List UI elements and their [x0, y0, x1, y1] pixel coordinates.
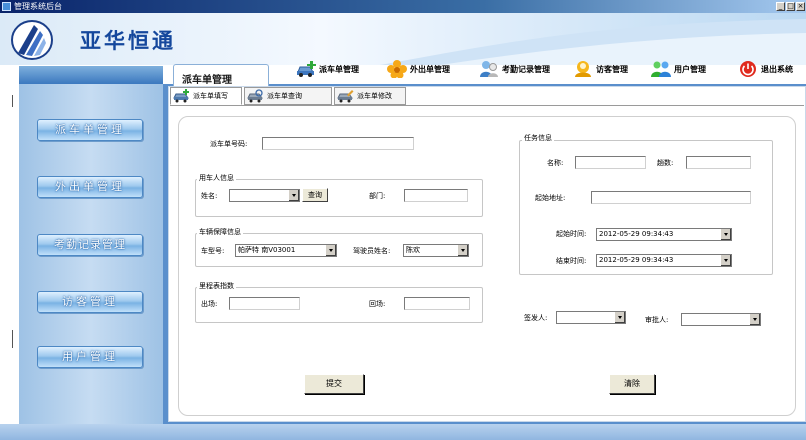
dispatch-no-input[interactable] — [262, 137, 414, 150]
users-icon — [651, 61, 671, 77]
vehicle-model-label: 车型号: — [201, 247, 225, 255]
sidebar-item-dispatch[interactable]: 派车单管理 — [37, 119, 143, 141]
odometer-out-label: 出场: — [201, 300, 218, 308]
chevron-down-icon — [720, 229, 731, 240]
start-time-label: 起始时间: — [556, 230, 587, 238]
odometer-group-title: 里程表指数 — [197, 282, 236, 291]
visitor-icon — [575, 61, 591, 77]
odometer-back-label: 回场: — [369, 300, 386, 308]
approver-label: 审批人: — [645, 316, 669, 324]
menu-item-label: 退出系统 — [761, 64, 793, 74]
trips-label: 趟数: — [657, 159, 674, 167]
chevron-down-icon — [614, 312, 625, 323]
sidebar-item-attendance[interactable]: 考勤记录管理 — [37, 234, 143, 256]
start-address-label: 起始地址: — [535, 194, 566, 202]
vehicle-info-group-title: 车辆保障信息 — [197, 228, 243, 237]
subtab-dispatch-query[interactable]: 派车单查询 — [244, 87, 332, 105]
start-address-input[interactable] — [591, 191, 751, 204]
chevron-down-icon — [749, 314, 760, 325]
minimize-button[interactable]: _ — [776, 2, 785, 11]
menu-item-dispatch[interactable]: 派车单管理 — [296, 58, 359, 80]
dept-label: 部门: — [369, 192, 386, 200]
people-icon — [480, 61, 498, 77]
task-name-input[interactable] — [575, 156, 646, 169]
menu-item-users[interactable]: 用户管理 — [651, 58, 706, 80]
task-name-label: 名称: — [547, 159, 564, 167]
menu-item-visitor[interactable]: 访客管理 — [573, 58, 628, 80]
car-add-icon — [173, 89, 189, 103]
name-label: 姓名: — [201, 192, 218, 200]
sidebar-item-users[interactable]: 用户管理 — [37, 346, 143, 368]
chevron-down-icon — [325, 245, 336, 256]
issuer-select[interactable] — [556, 311, 626, 324]
query-button[interactable]: 查询 — [302, 188, 328, 202]
subtab-label: 派车单修改 — [357, 92, 392, 100]
subtab-divider — [170, 105, 804, 106]
chevron-down-icon — [457, 245, 468, 256]
menu-item-label: 考勤记录管理 — [502, 64, 550, 74]
odometer-back-input[interactable] — [404, 297, 470, 310]
vehicle-model-select[interactable]: 帕萨特 南V03001 — [235, 244, 337, 257]
close-button[interactable]: × — [796, 2, 805, 11]
window-edge — [12, 95, 13, 107]
subtab-label: 派车单填写 — [193, 92, 228, 100]
end-time-label: 结束时间: — [556, 257, 587, 265]
maximize-button[interactable]: □ — [786, 2, 795, 11]
user-info-group-title: 用车人信息 — [197, 174, 236, 183]
subtab-dispatch-edit[interactable]: 派车单修改 — [334, 87, 406, 105]
menu-item-outbound[interactable]: 外出单管理 — [387, 58, 450, 80]
start-time-picker[interactable]: 2012-05-29 09:34:43 — [596, 228, 732, 241]
subtab-dispatch-fill[interactable]: 派车单填写 — [170, 87, 242, 105]
window-title: 管理系统后台 — [14, 2, 62, 11]
logo-emblem-icon — [11, 20, 53, 60]
sidebar-item-outbound[interactable]: 外出单管理 — [37, 176, 143, 198]
menu-item-label: 派车单管理 — [319, 64, 359, 74]
menu-item-label: 用户管理 — [674, 64, 706, 74]
approver-select[interactable] — [681, 313, 761, 326]
driver-select[interactable]: 陈欢 — [403, 244, 469, 257]
dispatch-no-label: 派车单号码: — [210, 140, 248, 148]
odometer-out-input[interactable] — [229, 297, 300, 310]
subtab-label: 派车单查询 — [267, 92, 302, 100]
status-bar — [0, 424, 806, 440]
chevron-down-icon — [288, 190, 299, 201]
car-icon — [297, 61, 316, 77]
app-window: 管理系统后台 _ □ × 亚华恒通 派车单管理 外出单管理 考勤记录管理 访客管… — [0, 0, 806, 440]
flower-icon — [387, 60, 407, 78]
issuer-label: 签发人: — [524, 314, 548, 322]
name-select[interactable] — [229, 189, 300, 202]
title-bar[interactable]: 管理系统后台 _ □ × — [0, 0, 806, 13]
menu-item-label: 外出单管理 — [410, 64, 450, 74]
dept-input[interactable] — [404, 189, 468, 202]
submit-button[interactable]: 提交 — [304, 374, 364, 394]
chevron-down-icon — [720, 255, 731, 266]
menu-item-label: 访客管理 — [596, 64, 628, 74]
window-edge — [12, 330, 13, 348]
app-icon — [2, 2, 11, 11]
sidebar: 派车单管理 外出单管理 考勤记录管理 访客管理 用户管理 — [19, 84, 163, 424]
clear-button[interactable]: 清除 — [609, 374, 655, 394]
trips-input[interactable] — [686, 156, 751, 169]
sidebar-item-visitor[interactable]: 访客管理 — [37, 291, 143, 313]
power-icon — [740, 61, 756, 77]
menu-item-attendance[interactable]: 考勤记录管理 — [479, 58, 550, 80]
menu-item-exit[interactable]: 退出系统 — [738, 58, 793, 80]
end-time-picker[interactable]: 2012-05-29 09:34:43 — [596, 254, 732, 267]
driver-label: 驾驶员姓名: — [353, 247, 391, 255]
task-info-group-title: 任务信息 — [522, 134, 554, 143]
car-search-icon — [247, 89, 263, 103]
car-edit-icon — [337, 90, 354, 103]
top-menu: 派车单管理 外出单管理 考勤记录管理 访客管理 用户管理 退出系统 — [0, 58, 806, 84]
brand-name: 亚华恒通 — [80, 28, 176, 53]
